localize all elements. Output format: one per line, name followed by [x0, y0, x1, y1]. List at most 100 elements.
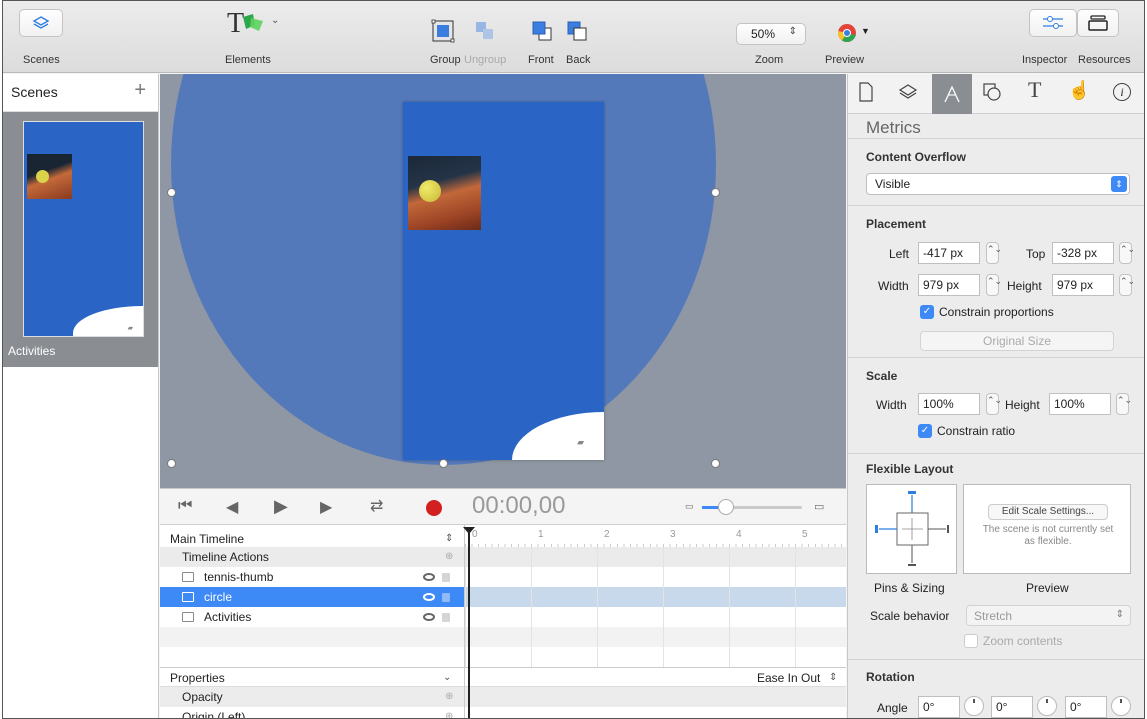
- angle-dial[interactable]: [964, 696, 984, 716]
- zoom-select[interactable]: 50% ⇕: [736, 23, 806, 45]
- timeline-zoom-slider[interactable]: [702, 499, 802, 515]
- tab-actions[interactable]: ☝: [1068, 80, 1092, 104]
- visibility-icon[interactable]: [423, 593, 435, 601]
- ruler-tick: 2: [604, 529, 610, 540]
- original-size-button[interactable]: Original Size: [920, 331, 1114, 351]
- playhead[interactable]: [463, 527, 475, 718]
- scenes-label: Scenes: [23, 54, 60, 66]
- angle-dial[interactable]: [1037, 696, 1057, 716]
- pins-sizing-widget[interactable]: [866, 484, 957, 574]
- scale-height-stepper[interactable]: ⌃⌄: [1116, 393, 1132, 415]
- elements-button[interactable]: T ⌄: [225, 7, 285, 39]
- ungroup-label: Ungroup: [464, 54, 507, 66]
- resize-handle[interactable]: [439, 459, 448, 468]
- visibility-icon[interactable]: [423, 613, 435, 621]
- resize-handle[interactable]: [167, 459, 176, 468]
- resize-handle[interactable]: [711, 188, 720, 197]
- lock-icon[interactable]: [442, 613, 450, 622]
- select-value: Stretch: [974, 609, 1013, 623]
- scene-item-activities[interactable]: ▰ Activities: [3, 112, 158, 367]
- content-overflow-select[interactable]: Visible ⇕: [866, 173, 1130, 195]
- dropdown-arrow-icon: ▼: [861, 26, 870, 36]
- top-field[interactable]: -328 px: [1052, 242, 1114, 264]
- play-button[interactable]: ▶: [274, 496, 288, 517]
- lock-icon[interactable]: [442, 573, 450, 582]
- edit-scale-settings-button[interactable]: Edit Scale Settings...: [988, 504, 1108, 520]
- layer-row[interactable]: Activities: [160, 607, 846, 627]
- tab-document[interactable]: [858, 82, 882, 106]
- go-to-start-button[interactable]: ⏮: [178, 497, 192, 515]
- inspector-button[interactable]: [1029, 9, 1077, 37]
- visibility-icon[interactable]: [423, 573, 435, 581]
- property-name: Origin (Left): [182, 710, 246, 719]
- zoom-contents-label: Zoom contents: [983, 634, 1063, 648]
- scale-width-field[interactable]: 100%: [918, 393, 980, 415]
- zoom-contents-checkbox[interactable]: [964, 634, 978, 648]
- layers-icon: [898, 84, 918, 99]
- comment-icon: ▰: [577, 437, 584, 447]
- add-action-icon: ⊕: [445, 551, 454, 562]
- ruler-tick: 4: [736, 529, 742, 540]
- tab-metrics[interactable]: [932, 74, 972, 114]
- scale-behavior-select[interactable]: Stretch ⇕: [966, 605, 1131, 626]
- resize-handle[interactable]: [711, 459, 720, 468]
- properties-row[interactable]: Properties ⌄ Ease In Out ⇕: [160, 667, 846, 687]
- width-field[interactable]: 979 px: [918, 274, 980, 296]
- angle-dial[interactable]: [1111, 696, 1131, 716]
- group-label: Group: [430, 54, 461, 66]
- angle-field-y[interactable]: 0°: [1065, 696, 1107, 718]
- record-button[interactable]: [426, 500, 442, 516]
- scenes-panel: Scenes + ▰ Activities: [3, 74, 159, 718]
- tab-info[interactable]: i: [1113, 83, 1131, 101]
- easing-select[interactable]: Ease In Out: [757, 668, 820, 688]
- group-button[interactable]: [431, 19, 455, 43]
- property-row[interactable]: Opacity ⊕: [160, 687, 846, 707]
- flexible-layout-section: Flexible Layout Edit Scale Settings... T…: [848, 453, 1144, 659]
- step-forward-button[interactable]: ▶: [320, 497, 332, 517]
- scale-width-stepper[interactable]: ⌃⌄: [986, 393, 1002, 415]
- select-arrow-icon: ⇕: [1111, 176, 1127, 192]
- rotation-section: Rotation Angle 0° 0° 0°: [848, 659, 1144, 718]
- tab-text[interactable]: T: [1028, 77, 1052, 107]
- scene-canvas[interactable]: ▰: [160, 74, 846, 488]
- inspector-label: Inspector: [1022, 54, 1068, 66]
- preview-button[interactable]: ▼: [837, 23, 877, 45]
- layer-name: circle: [204, 590, 233, 604]
- properties-label: Properties: [170, 671, 225, 685]
- left-field[interactable]: -417 px: [918, 242, 980, 264]
- layer-row[interactable]: tennis-thumb: [160, 567, 846, 587]
- back-button[interactable]: [565, 19, 589, 43]
- scenes-button[interactable]: [19, 9, 63, 37]
- tennis-thumb-element[interactable]: [408, 156, 481, 230]
- lock-icon[interactable]: [442, 593, 450, 602]
- resources-button[interactable]: [1077, 9, 1119, 37]
- height-stepper[interactable]: ⌃⌄: [1119, 274, 1135, 296]
- resize-handle[interactable]: [167, 188, 176, 197]
- left-stepper[interactable]: ⌃⌄: [986, 242, 1002, 264]
- image-icon: [182, 612, 194, 622]
- timeline-actions-row[interactable]: Timeline Actions ⊕: [160, 547, 846, 567]
- angle-field-z[interactable]: 0°: [918, 696, 960, 718]
- section-title: Content Overflow: [866, 150, 967, 164]
- scale-height-field[interactable]: 100%: [1049, 393, 1111, 415]
- loop-button[interactable]: ⇄: [370, 496, 383, 516]
- send-back-icon: [567, 21, 587, 41]
- zoom-out-icon: ▭: [685, 501, 694, 511]
- slider-knob[interactable]: [718, 499, 734, 515]
- constrain-proportions-checkbox[interactable]: ✓: [920, 305, 934, 319]
- zoom-label: Zoom: [755, 54, 784, 66]
- property-row[interactable]: Origin (Left) ⊕: [160, 707, 846, 719]
- tab-layers[interactable]: [898, 82, 922, 106]
- step-back-button[interactable]: ◀: [226, 497, 238, 517]
- constrain-ratio-checkbox[interactable]: ✓: [918, 424, 932, 438]
- section-title: Rotation: [866, 670, 915, 684]
- add-scene-button[interactable]: +: [134, 79, 146, 102]
- ungroup-button[interactable]: [473, 19, 497, 43]
- width-stepper[interactable]: ⌃⌄: [986, 274, 1002, 296]
- chrome-icon: [837, 24, 856, 43]
- top-stepper[interactable]: ⌃⌄: [1119, 242, 1135, 264]
- tab-identity[interactable]: [982, 82, 1006, 106]
- front-button[interactable]: [530, 19, 554, 43]
- angle-field-x[interactable]: 0°: [991, 696, 1033, 718]
- height-field[interactable]: 979 px: [1052, 274, 1114, 296]
